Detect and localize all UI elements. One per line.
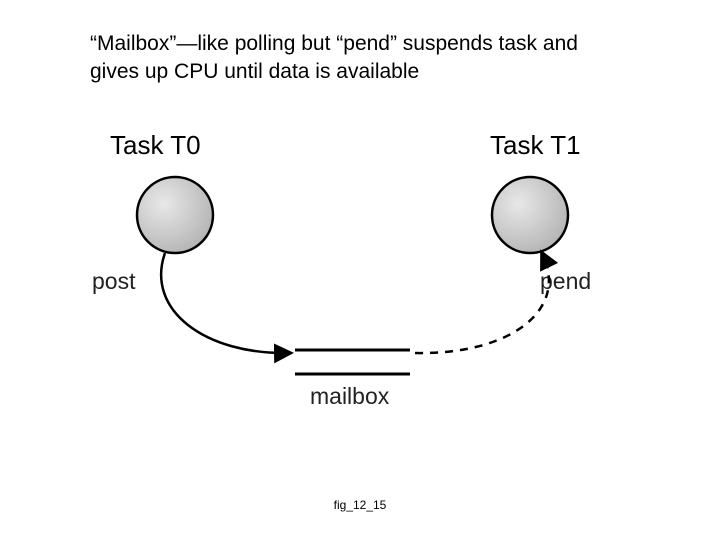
caption-text: “Mailbox”—like polling but “pend” suspen… xyxy=(90,30,630,87)
post-arrow xyxy=(161,253,290,353)
diagram-svg xyxy=(110,130,610,430)
figure-id-label: fig_12_15 xyxy=(0,498,720,512)
task1-node xyxy=(492,177,568,253)
mailbox-diagram: Task T0 Task T1 post pend mailbox xyxy=(110,130,610,470)
pend-arrow xyxy=(415,253,549,353)
task0-node xyxy=(137,177,213,253)
